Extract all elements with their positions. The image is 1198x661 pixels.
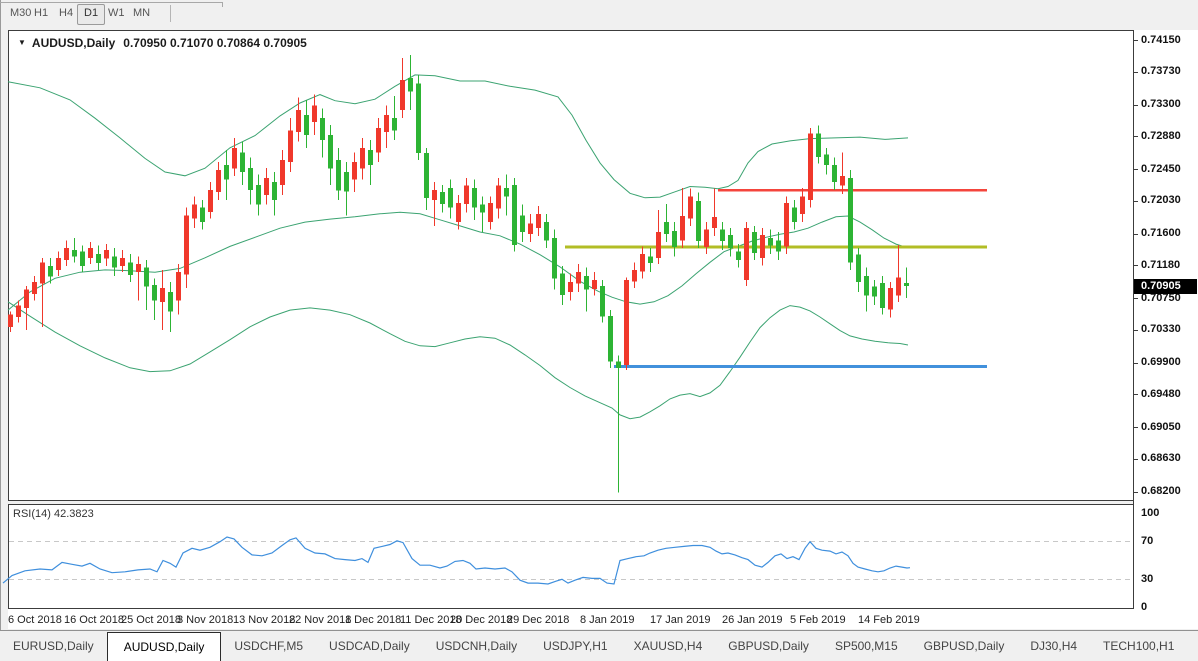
date-tick-label: 22 Nov 2018 <box>289 614 352 626</box>
symbol-tab-bar: EURUSD,Daily AUDUSD,Daily USDCHF,M5 USDCAD,… <box>0 630 1198 661</box>
price-axis-background <box>1134 30 1198 609</box>
tab-audusd-daily[interactable]: AUDUSD,Daily <box>106 632 222 661</box>
price-tick-label: 0.68630 <box>1141 452 1181 465</box>
date-tick-label: 14 Feb 2019 <box>858 614 920 626</box>
rsi-tick-label: 70 <box>1141 535 1154 548</box>
rsi-tick-label: 100 <box>1141 507 1160 519</box>
price-tick-label: 0.72880 <box>1141 129 1181 142</box>
date-tick-label: 5 Feb 2019 <box>790 614 846 626</box>
price-tick-label: 0.72450 <box>1141 162 1181 175</box>
rsi-chart[interactable] <box>2 505 1132 608</box>
price-tick-label: 0.69050 <box>1141 420 1181 433</box>
trading-terminal-window: { "toolbar": { "buttons": [ {"label":"M3… <box>0 0 1198 661</box>
price-tick-label: 0.73300 <box>1141 98 1181 110</box>
price-tick-label: 0.71600 <box>1141 227 1181 239</box>
price-tick-label: 0.69480 <box>1141 387 1181 400</box>
price-tick-mark <box>1133 104 1138 106</box>
price-tick-mark <box>1133 298 1138 299</box>
tab-gbpusd-daily[interactable]: GBPUSD,Daily <box>911 631 1018 661</box>
price-tick-mark <box>1133 200 1138 202</box>
tab-tech100-h1[interactable]: TECH100,H1 <box>1090 631 1187 661</box>
date-tick-label: 6 Oct 2018 <box>8 614 62 626</box>
tab-usdjpy-h1[interactable]: USDJPY,H1 <box>530 631 620 661</box>
date-tick-label: 1 Dec 2018 <box>345 614 402 626</box>
symbol-dropdown-icon[interactable]: ▼ <box>18 38 26 47</box>
price-tick-mark <box>1133 458 1138 460</box>
rsi-tick-label: 30 <box>1141 572 1154 585</box>
price-tick-mark <box>1133 71 1138 73</box>
rsi-label: RSI(14) 42.3823 <box>13 508 94 520</box>
tab-gbpusd-daily[interactable]: GBPUSD,Daily <box>715 631 822 661</box>
chart-title: ▼ AUDUSD,Daily 0.70950 0.71070 0.70864 0.7… <box>18 36 307 50</box>
price-tick-mark <box>1133 169 1138 170</box>
price-tick-label: 0.70750 <box>1141 291 1181 304</box>
rsi-tick-label: 0 <box>1141 601 1148 613</box>
price-tick-label: 0.71180 <box>1141 258 1181 271</box>
date-tick-label: 29 Dec 2018 <box>507 614 570 626</box>
chart-symbol-label: AUDUSD,Daily <box>31 36 116 50</box>
date-tick-label: 13 Nov 2018 <box>233 614 296 626</box>
tab-eurusd-daily[interactable]: EURUSD,Daily <box>0 631 107 661</box>
price-tick-label: 0.74150 <box>1141 33 1181 46</box>
chart-ohlc-values: 0.70950 0.71070 0.70864 0.70905 <box>123 36 307 50</box>
tab-usdcad-daily[interactable]: USDCAD,Daily <box>316 631 423 661</box>
rsi-title: RSI(14) <box>13 508 51 520</box>
price-tick-mark <box>1133 394 1138 396</box>
window-left-frame <box>0 0 1 660</box>
candlestick-chart[interactable] <box>7 31 1132 501</box>
price-axis-line[interactable] <box>1133 30 1134 609</box>
timeframe-button-H4[interactable]: H4 <box>53 4 79 23</box>
date-tick-label: 8 Jan 2019 <box>580 614 635 626</box>
tab-usdcnh-daily[interactable]: USDCNH,Daily <box>423 631 530 661</box>
toolbar-separator <box>170 5 171 22</box>
tab-usdchf-m5[interactable]: USDCHF,M5 <box>221 631 316 661</box>
price-tick-mark <box>1133 40 1138 41</box>
price-tick-mark <box>1133 491 1138 493</box>
price-tick-label: 0.72030 <box>1141 194 1181 207</box>
price-tick-mark <box>1133 362 1138 364</box>
tab-u[interactable]: U <box>1187 631 1198 661</box>
price-tick-mark <box>1133 136 1138 138</box>
timeframe-button-MN[interactable]: MN <box>127 4 156 23</box>
rsi-current-value: 42.3823 <box>53 508 94 520</box>
price-tick-label: 0.73730 <box>1141 65 1181 78</box>
tab-xauusd-h4[interactable]: XAUUSD,H4 <box>621 631 716 661</box>
tab-dj30-h4[interactable]: DJ30,H4 <box>1017 631 1090 661</box>
price-tick-label: 0.68200 <box>1141 485 1181 497</box>
date-tick-label: 26 Jan 2019 <box>722 614 783 626</box>
price-tick-mark <box>1133 427 1138 428</box>
price-tick-mark <box>1133 233 1138 235</box>
price-tick-label: 0.69900 <box>1141 356 1181 368</box>
date-tick-label: 17 Jan 2019 <box>650 614 711 626</box>
date-tick-label: 20 Dec 2018 <box>450 614 513 626</box>
tab-sp500-m15[interactable]: SP500,M15 <box>822 631 911 661</box>
date-tick-label: 3 Nov 2018 <box>177 614 234 626</box>
current-price-badge: 0.70905 <box>1134 279 1197 294</box>
timeframe-toolbar: M30 H1 H4 D1 W1 MN <box>2 0 1198 28</box>
date-tick-label: 25 Oct 2018 <box>121 614 181 626</box>
timeframe-button-D1[interactable]: D1 <box>77 4 106 25</box>
timeframe-button-H1[interactable]: H1 <box>28 4 54 23</box>
price-tick-mark <box>1133 329 1138 331</box>
price-tick-label: 0.70330 <box>1141 323 1181 336</box>
price-tick-mark <box>1133 265 1138 267</box>
date-tick-label: 16 Oct 2018 <box>64 614 124 626</box>
